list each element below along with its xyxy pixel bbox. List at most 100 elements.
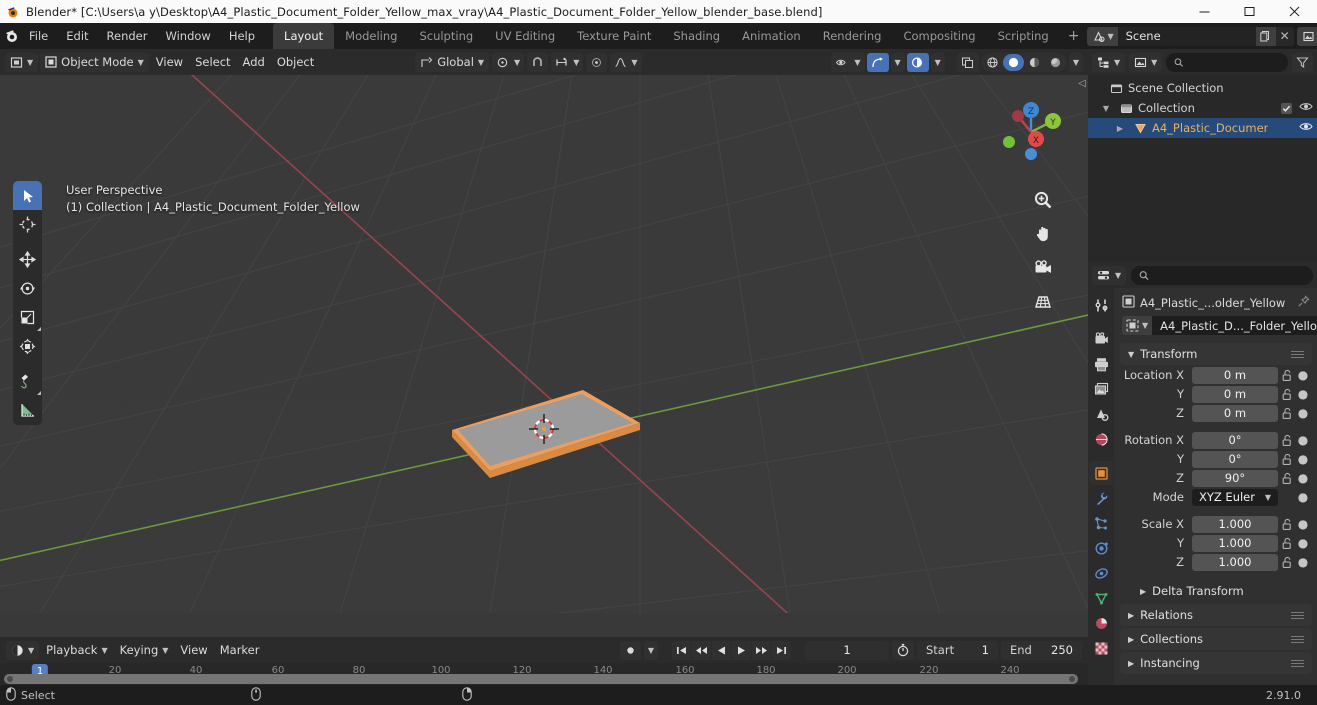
blender-logo-icon[interactable] — [4, 28, 20, 44]
pin-icon[interactable] — [1297, 295, 1310, 311]
navigation-gizmo[interactable]: Z Y X — [996, 97, 1066, 167]
workspace-tab-sculpting[interactable]: Sculpting — [408, 23, 484, 49]
rotation-y-field[interactable]: 0° — [1192, 450, 1278, 468]
tab-constraints[interactable] — [1089, 561, 1113, 585]
jump-to-end-button[interactable] — [772, 640, 791, 660]
scale-z-field[interactable]: 1.000 — [1192, 553, 1278, 571]
workspace-tab-modeling[interactable]: Modeling — [334, 23, 408, 49]
menu-edit[interactable]: Edit — [57, 26, 97, 46]
shading-wireframe-button[interactable] — [982, 54, 1003, 71]
rotation-mode-animate-button[interactable]: ● — [1295, 490, 1311, 504]
shading-settings-selector[interactable]: ▼ — [1068, 52, 1083, 72]
tool-cursor-button[interactable] — [13, 210, 42, 239]
menu-window[interactable]: Window — [156, 26, 219, 46]
next-keyframe-button[interactable] — [752, 640, 771, 660]
keying-settings-selector[interactable]: ▼ — [643, 640, 658, 660]
sidebar-collapse-arrow[interactable]: ◁ — [1078, 78, 1086, 89]
scale-z-lock-icon[interactable] — [1278, 556, 1295, 569]
outliner-row-object[interactable]: ▶ A4_Plastic_Documer — [1088, 118, 1317, 138]
panel-instancing-header[interactable]: ▶ Instancing — [1120, 652, 1312, 674]
interaction-mode-selector[interactable]: Object Mode ▼ — [40, 52, 149, 72]
gizmo-toggle[interactable] — [866, 52, 889, 72]
transform-orientation-selector[interactable]: Global ▼ — [415, 52, 490, 72]
viewport-menu-object[interactable]: Object — [272, 53, 319, 72]
tab-modifier[interactable] — [1089, 486, 1113, 510]
scale-z-animate-button[interactable]: ● — [1295, 555, 1311, 569]
play-reverse-button[interactable] — [712, 640, 731, 660]
gizmo-settings-selector[interactable]: ▼ — [890, 52, 905, 72]
workspace-tab-shading[interactable]: Shading — [662, 23, 731, 49]
rotation-mode-dropdown[interactable]: XYZ Euler ▼ — [1192, 488, 1278, 506]
view-layer-icon[interactable]: ▼ — [1296, 26, 1317, 46]
tab-material[interactable] — [1089, 611, 1113, 635]
workspace-tab-uv-editing[interactable]: UV Editing — [484, 23, 566, 49]
scene-icon[interactable]: ▼ — [1087, 26, 1118, 46]
proportional-falloff-selector[interactable]: ▼ — [610, 52, 642, 72]
rotation-z-field[interactable]: 90° — [1192, 469, 1278, 487]
location-x-animate-button[interactable]: ● — [1295, 368, 1311, 382]
funnel-icon[interactable] — [1292, 52, 1313, 72]
location-y-field[interactable]: 0 m — [1192, 385, 1278, 403]
panel-collections-header[interactable]: ▶ Collections — [1120, 628, 1312, 650]
play-button[interactable] — [732, 640, 751, 660]
rotation-z-animate-button[interactable]: ● — [1295, 471, 1311, 485]
tab-object[interactable] — [1089, 461, 1113, 485]
tab-object-data[interactable] — [1089, 586, 1113, 610]
tab-tool[interactable] — [1089, 293, 1113, 317]
prev-keyframe-button[interactable] — [692, 640, 711, 660]
snap-magnet-icon[interactable] — [527, 52, 549, 72]
close-button[interactable] — [1272, 0, 1317, 23]
scale-y-lock-icon[interactable] — [1278, 537, 1295, 550]
rotation-y-lock-icon[interactable] — [1278, 453, 1295, 466]
rotation-y-animate-button[interactable]: ● — [1295, 452, 1311, 466]
view-layer-selector[interactable]: ▼ View Layer ✕ — [1296, 26, 1317, 46]
tool-measure-button[interactable] — [13, 396, 42, 425]
collection-visibility-eye-icon[interactable] — [1299, 101, 1313, 115]
outliner-search-input[interactable] — [1188, 55, 1280, 69]
scale-x-animate-button[interactable]: ● — [1295, 517, 1311, 531]
tool-transform-button[interactable] — [13, 332, 42, 361]
menu-render[interactable]: Render — [98, 26, 157, 46]
object-id-type-button[interactable]: ▼ — [1122, 316, 1153, 335]
tab-view-layer[interactable] — [1089, 377, 1113, 401]
frame-end-field[interactable]: End 250 — [1001, 640, 1082, 660]
tool-rotate-button[interactable] — [13, 274, 42, 303]
timeline-menu-playback[interactable]: Playback ▼ — [41, 641, 112, 660]
object-name-field[interactable]: A4_Plastic_D..._Folder_Yellow — [1152, 316, 1317, 335]
tool-annotate-button[interactable] — [13, 367, 42, 396]
tab-output[interactable] — [1089, 352, 1113, 376]
menu-file[interactable]: File — [20, 26, 57, 46]
rotation-z-lock-icon[interactable] — [1278, 472, 1295, 485]
workspace-tab-compositing[interactable]: Compositing — [892, 23, 986, 49]
editor-type-selector[interactable]: ▼ — [5, 52, 39, 72]
tab-world[interactable] — [1089, 427, 1113, 451]
tool-move-button[interactable] — [13, 245, 42, 274]
minimize-button[interactable] — [1182, 0, 1227, 23]
menu-help[interactable]: Help — [220, 26, 264, 46]
viewport-menu-view[interactable]: View — [151, 53, 188, 72]
scale-y-animate-button[interactable]: ● — [1295, 536, 1311, 550]
tab-texture[interactable] — [1089, 636, 1113, 660]
workspace-tab-scripting[interactable]: Scripting — [987, 23, 1060, 49]
timeline-menu-marker[interactable]: Marker — [215, 641, 265, 660]
timeline-horizontal-scrollbar[interactable] — [4, 674, 1078, 684]
timeline-editor-type-selector[interactable]: ▼ — [6, 640, 40, 660]
add-workspace-button[interactable]: + — [1060, 28, 1088, 44]
timeline-ruler[interactable]: 20 40 60 80 100 120 140 160 180 200 220 … — [0, 663, 1088, 685]
properties-editor-type-selector[interactable]: ▼ — [1092, 265, 1127, 285]
proportional-editing-toggle[interactable] — [586, 52, 608, 72]
stopwatch-icon[interactable] — [892, 640, 914, 660]
current-frame-field[interactable]: 1 — [805, 640, 889, 660]
workspace-tab-rendering[interactable]: Rendering — [812, 23, 893, 49]
location-x-field[interactable]: 0 m — [1192, 366, 1278, 384]
object-visibility-selector[interactable]: ▼ — [831, 52, 865, 72]
object-visibility-eye-icon[interactable] — [1299, 121, 1313, 135]
panel-delta-transform-header[interactable]: ▶ Delta Transform — [1120, 580, 1312, 602]
outliner-editor-type-selector[interactable]: ▼ — [1092, 52, 1126, 72]
scale-x-lock-icon[interactable] — [1278, 518, 1295, 531]
pivot-point-selector[interactable]: ▼ — [492, 52, 525, 72]
tab-scene[interactable] — [1089, 402, 1113, 426]
outliner-row-scene-collection[interactable]: Scene Collection — [1088, 78, 1317, 98]
new-scene-button[interactable] — [1255, 26, 1276, 46]
overlays-settings-selector[interactable]: ▼ — [930, 52, 945, 72]
